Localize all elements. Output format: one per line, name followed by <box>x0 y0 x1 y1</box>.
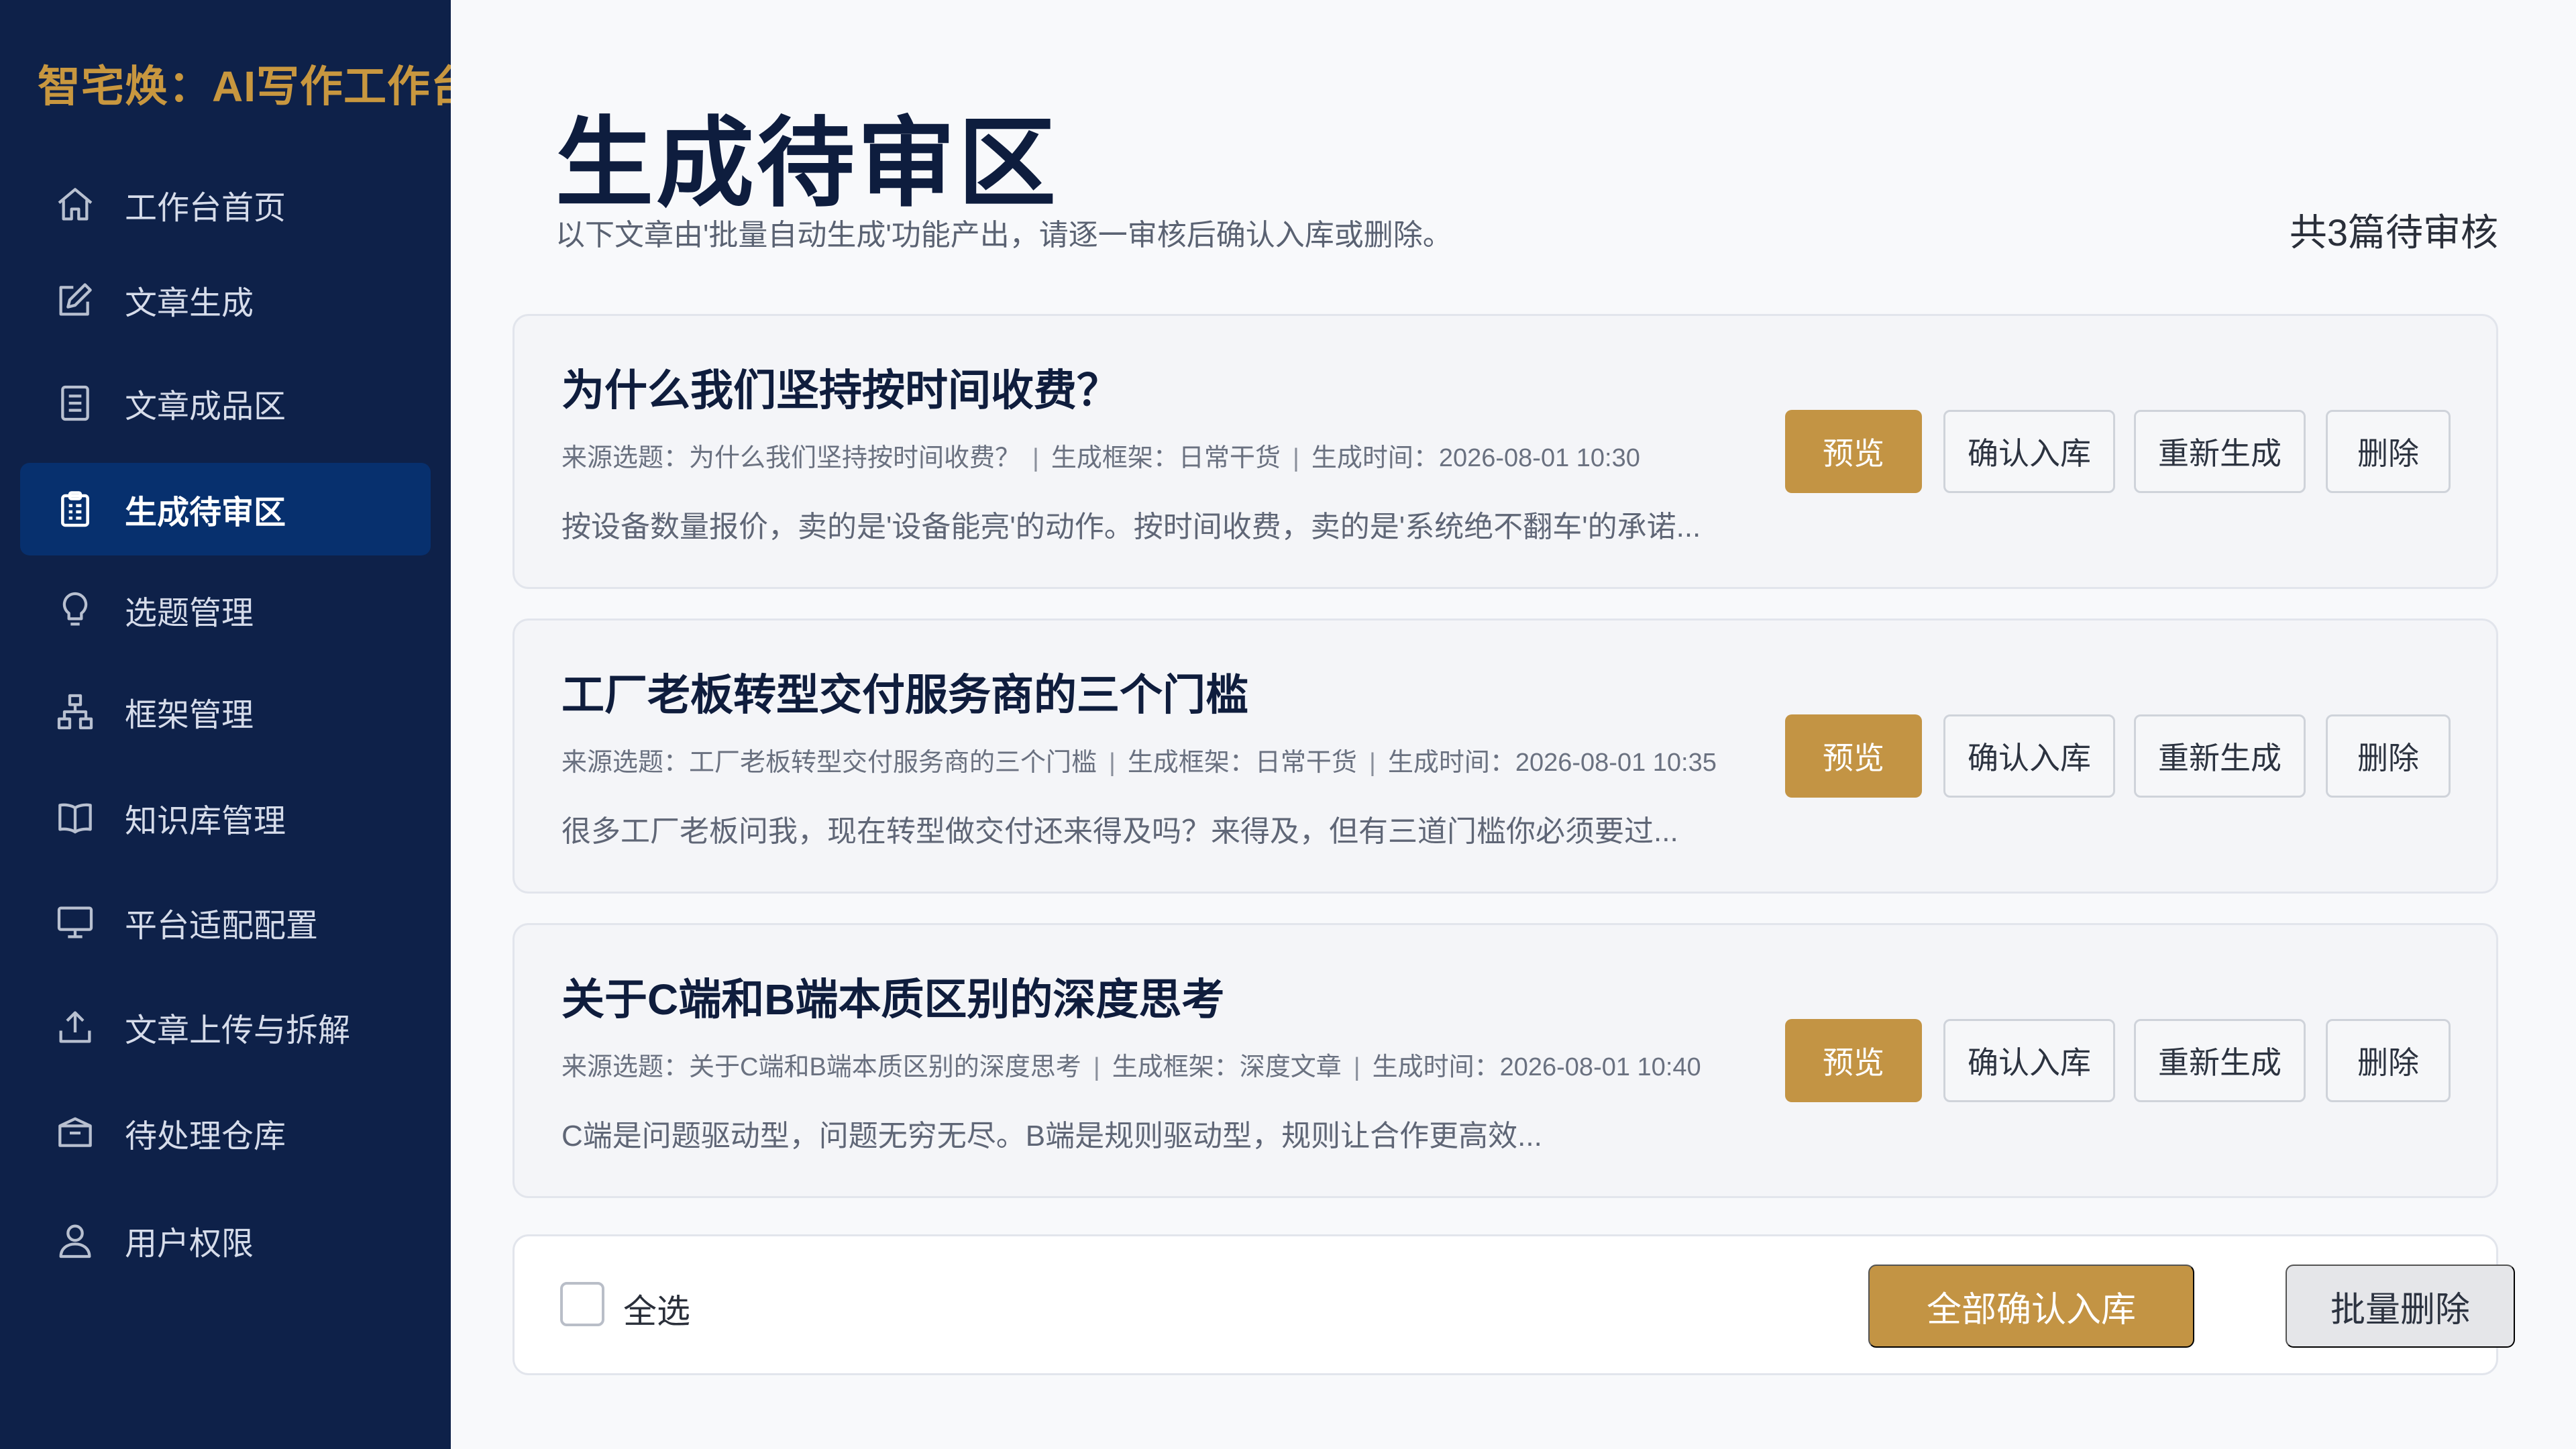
app-brand: 智宅焕：AI写作工作台 <box>38 62 474 111</box>
preview-button[interactable]: 预览 <box>1785 714 1922 798</box>
article-card: 为什么我们坚持按时间收费？ 来源选题：为什么我们坚持按时间收费？ | 生成框架：日常… <box>513 314 2498 589</box>
article-card: 关于C端和B端本质区别的深度思考 来源选题：关于C端和B端本质区别的深度思考 | 生… <box>513 923 2498 1198</box>
bulk-delete-button[interactable]: 批量删除 <box>2286 1265 2515 1348</box>
source-label: 来源选题： <box>561 444 690 472</box>
page-subtitle: 以下文章由'批量自动生成'功能产出，请逐一审核后确认入库或删除。 <box>555 219 1452 252</box>
meta-separator: | <box>1368 749 1376 777</box>
sidebar-item-label: 文章成品区 <box>125 389 286 425</box>
time-value: 2026-08-01 10:35 <box>1515 749 1717 777</box>
meta-separator: | <box>1292 444 1299 472</box>
edit-icon <box>54 278 97 321</box>
confirm-button[interactable]: 确认入库 <box>1943 714 2115 798</box>
sidebar-item-platform-config[interactable]: 平台适配配置 <box>20 876 431 969</box>
framework-value: 日常干货 <box>1178 444 1281 472</box>
sidebar-item-topic-management[interactable]: 选题管理 <box>20 564 431 656</box>
meta-separator: | <box>1109 749 1116 777</box>
sidebar-item-label: 文章上传与拆解 <box>125 1013 351 1049</box>
sidebar-item-knowledge-base[interactable]: 知识库管理 <box>20 771 431 864</box>
sidebar-item-user-permissions[interactable]: 用户权限 <box>20 1194 431 1287</box>
delete-button[interactable]: 删除 <box>2326 714 2451 798</box>
select-all-checkbox[interactable] <box>560 1282 604 1326</box>
sidebar-item-label: 用户权限 <box>125 1226 254 1262</box>
framework-value: 日常干货 <box>1254 749 1357 777</box>
article-excerpt: 按设备数量报价，卖的是'设备能亮'的动作。按时间收费，卖的是'系统绝不翻车'的承… <box>561 511 1701 543</box>
delete-button[interactable]: 删除 <box>2326 410 2451 493</box>
clipboard-icon <box>54 488 97 531</box>
article-title: 为什么我们坚持按时间收费？ <box>561 366 1120 415</box>
meta-separator: | <box>1093 1053 1100 1081</box>
confirm-button[interactable]: 确认入库 <box>1943 1019 2115 1102</box>
article-title: 工厂老板转型交付服务商的三个门槛 <box>561 671 1248 719</box>
time-value: 2026-08-01 10:30 <box>1438 444 1640 472</box>
sidebar-item-label: 平台适配配置 <box>125 908 319 944</box>
source-label: 来源选题： <box>561 749 690 777</box>
sidebar-item-label: 文章生成 <box>125 286 254 321</box>
meta-separator: | <box>1032 444 1039 472</box>
regenerate-button[interactable]: 重新生成 <box>2134 410 2306 493</box>
time-label: 生成时间： <box>1311 444 1439 472</box>
meta-separator: | <box>1353 1053 1360 1081</box>
framework-value: 深度文章 <box>1239 1053 1342 1081</box>
framework-label: 生成框架： <box>1051 444 1179 472</box>
preview-button[interactable]: 预览 <box>1785 410 1922 493</box>
sidebar-item-finished-articles[interactable]: 文章成品区 <box>20 357 431 449</box>
box-icon <box>54 1112 97 1155</box>
main-content: 生成待审区 以下文章由'批量自动生成'功能产出，请逐一审核后确认入库或删除。 共… <box>451 0 2576 1449</box>
sidebar-item-label: 工作台首页 <box>125 191 286 226</box>
sidebar-item-label: 待处理仓库 <box>125 1119 286 1155</box>
sidebar-item-upload-decompose[interactable]: 文章上传与拆解 <box>20 981 431 1073</box>
article-meta: 来源选题：为什么我们坚持按时间收费？ | 生成框架：日常干货 | 生成时间：2026-0… <box>561 437 1640 474</box>
preview-button[interactable]: 预览 <box>1785 1019 1922 1102</box>
sidebar-item-label: 生成待审区 <box>125 495 286 531</box>
sidebar-item-pending-review[interactable]: 生成待审区 <box>20 463 431 555</box>
sidebar-item-label: 知识库管理 <box>125 804 286 839</box>
home-icon <box>54 183 97 226</box>
monitor-icon <box>54 901 97 944</box>
select-all-label[interactable]: 全选 <box>623 1285 690 1333</box>
article-card: 工厂老板转型交付服务商的三个门槛 来源选题：工厂老板转型交付服务商的三个门槛 | 生… <box>513 619 2498 894</box>
source-label: 来源选题： <box>561 1053 690 1081</box>
bulk-action-bar: 全选 全部确认入库 批量删除 <box>513 1234 2515 1375</box>
page-title: 生成待审区 <box>555 109 1059 218</box>
confirm-all-button[interactable]: 全部确认入库 <box>1868 1265 2194 1348</box>
time-label: 生成时间： <box>1372 1053 1500 1081</box>
delete-button[interactable]: 删除 <box>2326 1019 2451 1102</box>
hierarchy-icon <box>54 690 97 733</box>
sidebar: 智宅焕：AI写作工作台 工作台首页 文章生成 文章成品区 生成待审区 选题管理 <box>0 0 474 1449</box>
article-excerpt: 很多工厂老板问我，现在转型做交付还来得及吗？来得及，但有三道门槛你必须要过... <box>561 815 1678 848</box>
source-value: 为什么我们坚持按时间收费？ <box>689 444 1021 472</box>
sidebar-item-home[interactable]: 工作台首页 <box>20 158 431 251</box>
sidebar-item-framework-management[interactable]: 框架管理 <box>20 665 431 758</box>
sidebar-item-pending-warehouse[interactable]: 待处理仓库 <box>20 1087 431 1179</box>
source-value: 工厂老板转型交付服务商的三个门槛 <box>689 749 1097 777</box>
document-icon <box>54 382 97 425</box>
confirm-button[interactable]: 确认入库 <box>1943 410 2115 493</box>
user-icon <box>54 1219 97 1262</box>
article-meta: 来源选题：关于C端和B端本质区别的深度思考 | 生成框架：深度文章 | 生成时间：202… <box>561 1046 1701 1083</box>
sidebar-item-label: 框架管理 <box>125 698 254 733</box>
time-value: 2026-08-01 10:40 <box>1499 1053 1701 1081</box>
pending-count: 共3篇待审核 <box>2289 211 2498 254</box>
regenerate-button[interactable]: 重新生成 <box>2134 714 2306 798</box>
article-meta: 来源选题：工厂老板转型交付服务商的三个门槛 | 生成框架：日常干货 | 生成时间：202… <box>561 741 1717 778</box>
lightbulb-icon <box>54 588 97 631</box>
regenerate-button[interactable]: 重新生成 <box>2134 1019 2306 1102</box>
book-icon <box>54 796 97 839</box>
upload-icon <box>54 1006 97 1049</box>
article-title: 关于C端和B端本质区别的深度思考 <box>561 975 1225 1024</box>
article-excerpt: C端是问题驱动型，问题无穷无尽。B端是规则驱动型，规则让合作更高效... <box>561 1120 1542 1152</box>
framework-label: 生成框架： <box>1112 1053 1240 1081</box>
sidebar-item-article-generate[interactable]: 文章生成 <box>20 254 431 346</box>
sidebar-item-label: 选题管理 <box>125 596 254 631</box>
time-label: 生成时间： <box>1387 749 1515 777</box>
framework-label: 生成框架： <box>1127 749 1255 777</box>
source-value: 关于C端和B端本质区别的深度思考 <box>689 1053 1081 1081</box>
